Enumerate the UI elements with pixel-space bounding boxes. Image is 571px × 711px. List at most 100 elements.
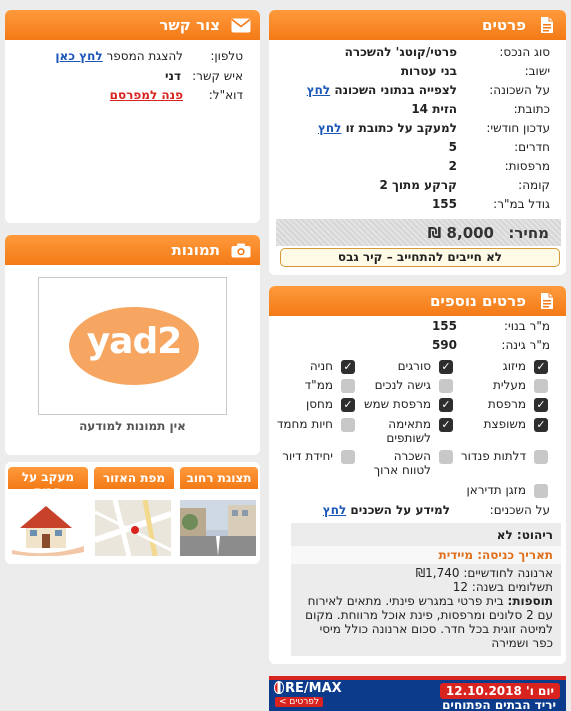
follow-address-link[interactable]: לחץ [318, 121, 341, 135]
unchecked-checkbox [341, 418, 355, 432]
checked-checkbox: ✓ [439, 398, 453, 412]
person-label: איש קשר: [192, 69, 243, 83]
garden-label: מ"ר גינה: [501, 338, 550, 352]
detail-label: על השכונה: [489, 83, 550, 97]
unchecked-checkbox [439, 450, 453, 464]
tenants-text: למידע על השכנים [350, 503, 450, 517]
detail-value: לצפייה בנתוני השכונה [334, 83, 457, 97]
banner-red-stripe [269, 676, 566, 680]
tenants-label: על השכנים: [489, 503, 550, 517]
detail-label: קומה: [518, 178, 550, 192]
garden-value: 590 [431, 338, 457, 352]
person-value: דני [164, 69, 181, 83]
built-label: מ"ר בנוי: [504, 319, 550, 333]
details-header: פרטים [269, 10, 566, 40]
detail-label: גודל במ"ר: [493, 197, 550, 211]
detail-label: ישוב: [524, 64, 550, 78]
unchecked-checkbox [439, 379, 453, 393]
feature-label: מזגן תדיראן [466, 483, 526, 497]
checked-checkbox: ✓ [534, 360, 548, 374]
feature-label: יחידת דיור [282, 449, 333, 463]
feature-item: ✓ מתאימה לשותפים [361, 417, 453, 447]
price-bar: מחיר: ₪ 8,000 [276, 219, 561, 246]
detail-label: חדרים: [514, 140, 550, 154]
feature-label: מתאימה לשותפים [386, 417, 431, 445]
camera-icon [230, 240, 252, 260]
detail-value: פרטי/קוטג' להשכרה [344, 45, 457, 59]
banner-headline: יריד הבתים הפתוחים [442, 698, 556, 711]
feature-label: דלתות פנדור [460, 449, 526, 463]
email-label: דוא"ל: [208, 88, 243, 102]
document-icon [536, 15, 558, 35]
remax-logo: RE/MAX [285, 681, 342, 696]
balloon-icon [274, 681, 284, 694]
tab-house-tracking[interactable]: מעקב על הבית [8, 467, 88, 489]
detail-value: למעקב על כתובת זו [345, 121, 457, 135]
feature-item: ✓ משופצת [456, 417, 548, 447]
house-tracking-thumb[interactable] [10, 500, 86, 556]
checked-checkbox: ✓ [439, 360, 453, 374]
email-advertiser-link[interactable]: פנה למפרסם [110, 88, 183, 102]
document-icon [536, 291, 558, 311]
detail-label: עדכון חודשי: [486, 121, 550, 135]
phone-text: להצגת המספר [106, 49, 183, 63]
photos-header: תמונות [5, 235, 260, 265]
contact-panel: צור קשר [5, 10, 260, 223]
feature-label: השכרה לטווח ארוך [373, 449, 431, 477]
detail-value: 2 [448, 159, 457, 173]
detail-label: כתובת: [513, 102, 550, 116]
feature-label: חניה [309, 359, 333, 373]
price-label: מחיר: [508, 224, 549, 242]
banner-date: יום ו' 12.10.2018 [439, 683, 560, 699]
no-photos-text: אין תמונות למודעה [79, 419, 186, 433]
checked-checkbox: ✓ [534, 398, 548, 412]
contact-header: צור קשר [5, 10, 260, 40]
tab-area-map[interactable]: מפת האזור [94, 467, 174, 489]
yad2-logo-text: yad2 [86, 321, 183, 362]
detail-value: הזית 14 [411, 102, 457, 116]
remax-banner[interactable]: יום ו' 12.10.2018 יריד הבתים הפתוחים RE/… [269, 676, 566, 711]
checked-checkbox: ✓ [534, 418, 548, 432]
photo-placeholder[interactable]: yad2 [38, 277, 227, 415]
extra-details-header: פרטים נוספים [269, 286, 566, 316]
feature-label: חיות מחמד [276, 417, 333, 431]
neighborhood-link[interactable]: לחץ [307, 83, 330, 97]
area-map-thumb[interactable] [95, 500, 171, 556]
price-value: ₪ 8,000 [427, 224, 494, 242]
photos-title: תמונות [171, 241, 220, 259]
additions-label: תוספות: [507, 594, 553, 608]
detail-value: 155 [431, 197, 457, 211]
tenants-link[interactable]: לחץ [323, 503, 346, 517]
arnona-text: ארנונה לחודשיים: ₪1,740 [415, 566, 553, 580]
feature-label: מרפסת שמש [363, 397, 431, 411]
built-value: 155 [431, 319, 457, 333]
unchecked-checkbox [341, 379, 355, 393]
banner-more-button[interactable]: לפרטים > [275, 697, 324, 707]
show-phone-link[interactable]: לחץ כאן [55, 49, 102, 63]
feature-item: דלתות פנדור [456, 449, 548, 479]
feature-label: מעלית [492, 378, 526, 392]
entry-date-text: תאריך כניסה: מיידית [291, 546, 561, 564]
street-view-thumb[interactable] [180, 500, 256, 556]
detail-value: קרקע מתוך 2 [379, 178, 457, 192]
unchecked-checkbox [534, 379, 548, 393]
no-commitment-note: לא חייבים להתחייב – קיר גבס [280, 248, 560, 267]
unchecked-checkbox [534, 450, 548, 464]
feature-item: השכרה לטווח ארוך [361, 449, 453, 479]
feature-label: משופצת [483, 417, 526, 431]
unchecked-checkbox [341, 450, 355, 464]
tab-street-view[interactable]: תצוגת רחוב [180, 467, 258, 489]
detail-label: מרפסות: [504, 159, 550, 173]
unchecked-checkbox [534, 484, 548, 498]
feature-label: גישה לנכים [374, 378, 431, 392]
extra-details-title: פרטים נוספים [429, 292, 526, 310]
payments-text: תשלומים בשנה: 12 [452, 580, 553, 594]
detail-value: 5 [448, 140, 457, 154]
detail-value: בני עטרות [400, 64, 457, 78]
feature-item: יחידת דיור [263, 449, 355, 479]
envelope-icon [230, 15, 252, 35]
checked-checkbox: ✓ [341, 360, 355, 374]
detail-label: סוג הנכס: [499, 45, 550, 59]
furniture-text: ריהוט: לא [496, 528, 553, 542]
feature-label: מרפסת [487, 397, 526, 411]
